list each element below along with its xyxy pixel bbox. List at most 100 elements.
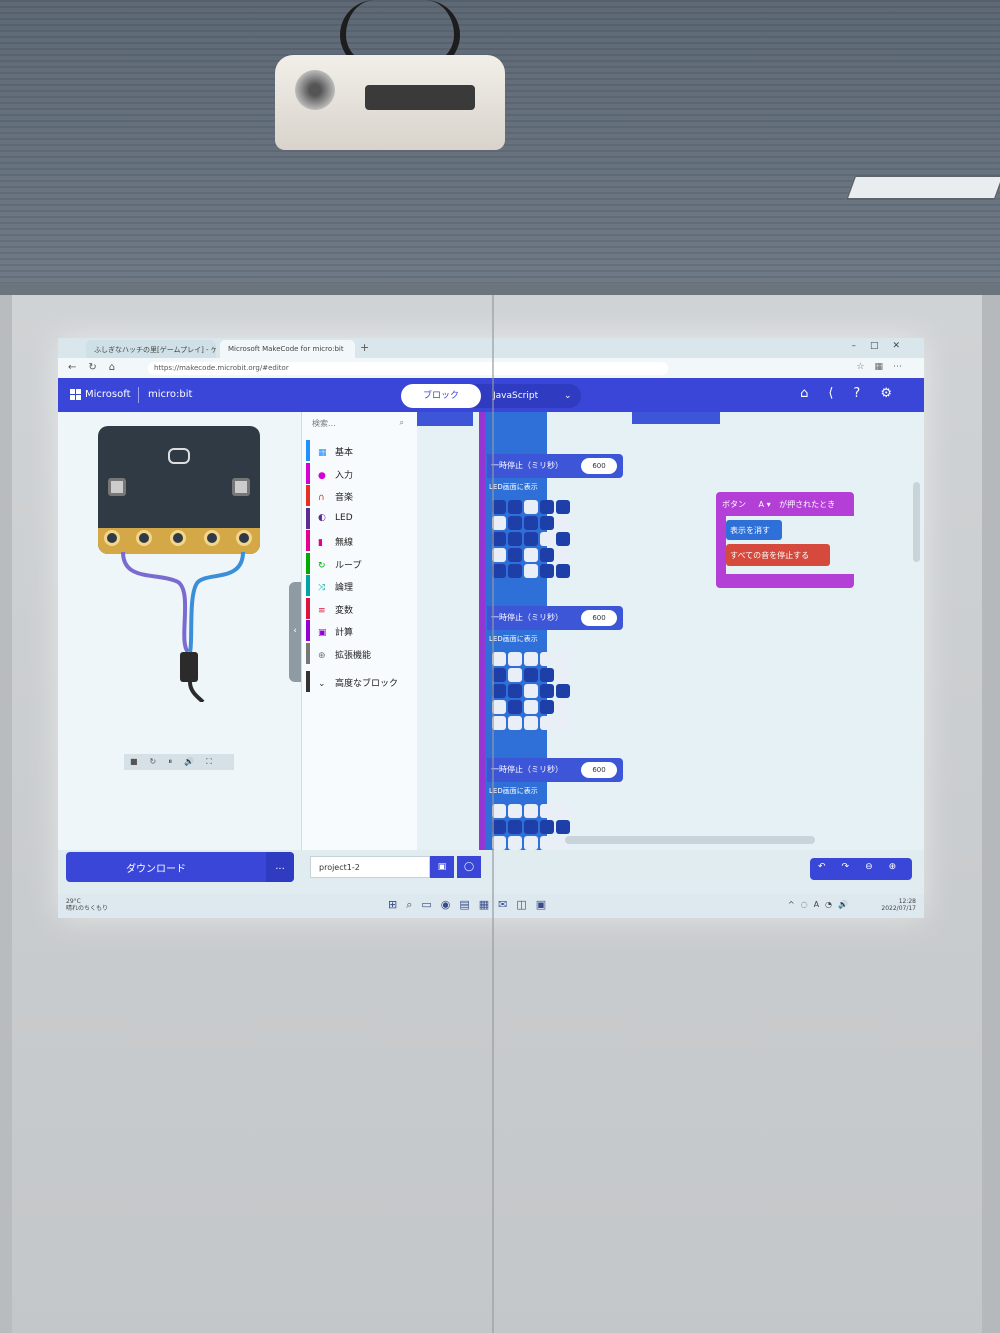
led-cell[interactable] — [556, 668, 570, 682]
led-cell[interactable] — [492, 532, 506, 546]
microbit-board[interactable] — [98, 426, 260, 554]
simulator-controls[interactable]: ■↻⏸🔊⛶ — [124, 754, 234, 770]
toolbox-item[interactable]: ◐ LED — [306, 507, 416, 529]
led-cell[interactable] — [540, 652, 554, 666]
led-cell[interactable] — [556, 500, 570, 514]
led-cell[interactable] — [556, 716, 570, 730]
toolbox-item[interactable]: ≡ 変数 — [306, 597, 416, 619]
toolbox-item[interactable]: ▮ 無線 — [306, 530, 416, 551]
led-cell[interactable] — [540, 500, 554, 514]
led-cell[interactable] — [556, 804, 570, 818]
button-b[interactable] — [232, 478, 250, 496]
url-field[interactable]: https://makecode.microbit.org/#editor — [148, 362, 668, 375]
clear-screen-block[interactable]: 表示を消す — [726, 520, 782, 540]
led-cell[interactable] — [556, 532, 570, 546]
led-cell[interactable] — [524, 564, 538, 578]
collapse-simulator-icon[interactable]: ‹ — [289, 582, 301, 682]
pause-value-dropdown[interactable]: 600 — [581, 762, 617, 778]
header-icons[interactable]: ⌂⟨?⚙ — [800, 386, 912, 401]
led-cell[interactable] — [524, 716, 538, 730]
led-cell[interactable] — [540, 668, 554, 682]
led-cell[interactable] — [508, 804, 522, 818]
led-cell[interactable] — [540, 804, 554, 818]
led-cell[interactable] — [540, 564, 554, 578]
led-cell[interactable] — [556, 652, 570, 666]
led-cell[interactable] — [556, 700, 570, 714]
more-options-button[interactable]: ... — [266, 852, 294, 882]
led-cell[interactable] — [492, 700, 506, 714]
pause-block[interactable]: 一時停止（ミリ秒） 600 — [487, 758, 623, 782]
stop-all-sounds-block[interactable]: すべての音を停止する — [726, 544, 830, 566]
led-cell[interactable] — [508, 500, 522, 514]
browser-toolbar-icons[interactable]: ☆▦⋯ — [856, 362, 912, 372]
led-cell[interactable] — [492, 668, 506, 682]
led-cell[interactable] — [556, 516, 570, 530]
blocks-tab[interactable]: ブロック — [401, 384, 481, 408]
led-grid[interactable] — [492, 500, 570, 578]
led-cell[interactable] — [524, 684, 538, 698]
pin-2[interactable] — [170, 530, 186, 546]
led-cell[interactable] — [492, 820, 506, 834]
led-cell[interactable] — [508, 684, 522, 698]
toolbox-item[interactable]: ⌄ 高度なブロック — [306, 671, 416, 692]
led-cell[interactable] — [492, 836, 506, 850]
led-cell[interactable] — [524, 548, 538, 562]
led-cell[interactable] — [508, 668, 522, 682]
javascript-tab[interactable]: JavaScript — [493, 384, 538, 408]
project-name-input[interactable]: project1-2 — [310, 856, 430, 878]
led-cell[interactable] — [524, 516, 538, 530]
led-cell[interactable] — [492, 652, 506, 666]
event-header[interactable]: ボタン A ▾ が押されたとき — [716, 492, 854, 516]
pause-value-dropdown[interactable]: 600 — [581, 610, 617, 626]
tab-game[interactable]: ふしぎなハッチの里[ゲームプレイ] - ゲ — [86, 340, 216, 358]
pin-gnd[interactable] — [236, 530, 252, 546]
led-cell[interactable] — [540, 548, 554, 562]
toolbox-search[interactable]: 検索... ⌕ — [312, 418, 408, 432]
led-cell[interactable] — [524, 836, 538, 850]
led-cell[interactable] — [556, 548, 570, 562]
led-cell[interactable] — [524, 804, 538, 818]
system-tray-icons[interactable]: ^◌A◔🔊 — [788, 900, 854, 909]
led-cell[interactable] — [524, 668, 538, 682]
new-tab-icon[interactable]: + — [360, 341, 369, 354]
led-cell[interactable] — [508, 532, 522, 546]
pause-value-dropdown[interactable]: 600 — [581, 458, 617, 474]
taskbar-apps[interactable]: ⊞⌕▭◉▤▦✉◫▣ — [388, 898, 555, 912]
led-cell[interactable] — [524, 652, 538, 666]
save-icon[interactable]: ▣ — [430, 856, 454, 878]
led-cell[interactable] — [508, 820, 522, 834]
undo-redo-zoom-controls[interactable]: ↶↷⊖⊕ — [810, 858, 912, 880]
led-cell[interactable] — [540, 684, 554, 698]
led-cell[interactable] — [540, 516, 554, 530]
led-cell[interactable] — [540, 820, 554, 834]
pause-block[interactable]: 一時停止（ミリ秒） 600 — [487, 454, 623, 478]
vertical-scrollbar[interactable] — [913, 482, 920, 562]
toolbox-item[interactable]: ⊕ 拡張機能 — [306, 642, 416, 664]
led-cell[interactable] — [508, 716, 522, 730]
led-cell[interactable] — [508, 700, 522, 714]
led-cell[interactable] — [524, 500, 538, 514]
nav-icons[interactable]: ←↻⌂ — [68, 362, 127, 373]
led-cell[interactable] — [492, 564, 506, 578]
button-a[interactable] — [108, 478, 126, 496]
led-cell[interactable] — [492, 500, 506, 514]
pin-0[interactable] — [104, 530, 120, 546]
toolbox-item[interactable]: ● 入力 — [306, 462, 416, 484]
toolbox-item[interactable]: ▦ 基本 — [306, 440, 416, 461]
chevron-down-icon[interactable]: ⌄ — [564, 384, 572, 408]
led-cell[interactable] — [492, 684, 506, 698]
led-cell[interactable] — [556, 820, 570, 834]
weather-widget[interactable]: 29°C 晴れのちくもり — [66, 898, 108, 912]
led-cell[interactable] — [508, 564, 522, 578]
led-cell[interactable] — [492, 716, 506, 730]
led-cell[interactable] — [524, 820, 538, 834]
toolbox-item[interactable]: ▣ 計算 — [306, 620, 416, 641]
toolbox-item[interactable]: ⤨ 論理 — [306, 575, 416, 596]
led-cell[interactable] — [508, 516, 522, 530]
led-cell[interactable] — [492, 548, 506, 562]
window-controls[interactable]: –□✕ — [851, 341, 914, 351]
button-dropdown[interactable]: A — [759, 500, 764, 509]
led-cell[interactable] — [508, 652, 522, 666]
led-cell[interactable] — [540, 700, 554, 714]
github-icon[interactable]: ◯ — [457, 856, 481, 878]
